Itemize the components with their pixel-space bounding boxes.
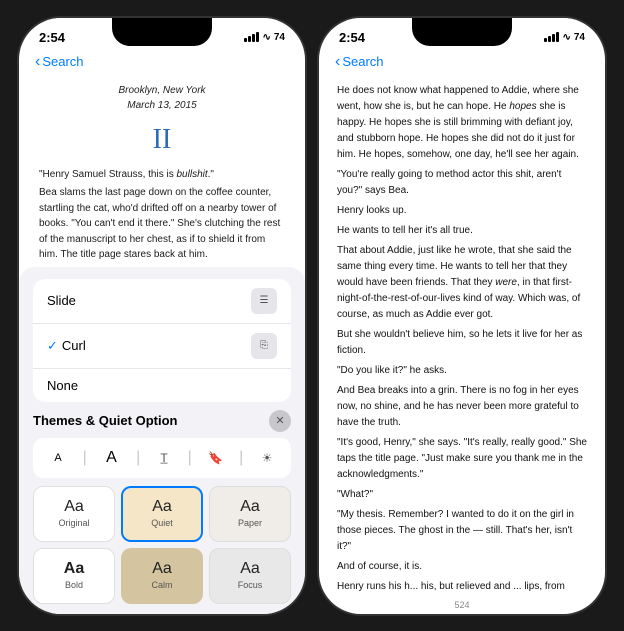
close-button[interactable]: ✕ xyxy=(269,410,291,432)
slide-label: Slide xyxy=(47,293,76,308)
font-size-row: A | A | T̲ | 🔖 | ☀ xyxy=(33,438,291,478)
theme-bold[interactable]: Aa Bold xyxy=(33,548,115,604)
slide-icon: ☰ xyxy=(251,288,277,314)
right-phone: 2:54 ∿ 74 ‹ Search xyxy=(317,16,607,616)
nav-bar-right: ‹ Search xyxy=(319,49,605,75)
quiet-option-label: Quiet Option xyxy=(99,413,178,428)
theme-calm[interactable]: Aa Calm xyxy=(121,548,203,604)
curl-label: Curl xyxy=(62,338,251,353)
overlay-panel: Slide ☰ ✓ Curl ⎘ None Themes & Quiet Opt… xyxy=(19,267,305,614)
theme-original[interactable]: Aa Original xyxy=(33,486,115,542)
slide-option-none[interactable]: None xyxy=(33,369,291,402)
font-small-btn[interactable]: A xyxy=(43,452,73,464)
curl-icon: ⎘ xyxy=(251,333,277,359)
back-button-right[interactable]: ‹ Search xyxy=(335,53,384,71)
theme-paper[interactable]: Aa Paper xyxy=(209,486,291,542)
battery-left: 74 xyxy=(274,32,285,43)
theme-bold-aa: Aa xyxy=(64,561,84,577)
theme-paper-label: Paper xyxy=(238,518,262,528)
themes-title: Themes & Quiet Option xyxy=(33,413,177,428)
notch-right xyxy=(412,18,512,46)
theme-focus-aa: Aa xyxy=(240,561,260,577)
status-icons-right: ∿ 74 xyxy=(544,32,585,43)
left-phone: 2:54 ∿ 74 ‹ Search xyxy=(17,16,307,616)
theme-paper-aa: Aa xyxy=(240,499,260,515)
theme-focus-label: Focus xyxy=(238,580,263,590)
theme-bold-label: Bold xyxy=(65,580,83,590)
left-screen: 2:54 ∿ 74 ‹ Search xyxy=(19,18,305,614)
time-right: 2:54 xyxy=(339,30,365,45)
battery-right: 74 xyxy=(574,32,585,43)
theme-calm-aa: Aa xyxy=(152,561,172,577)
back-chevron-left: ‹ xyxy=(35,53,40,71)
theme-calm-label: Calm xyxy=(151,580,172,590)
back-chevron-right: ‹ xyxy=(335,53,340,71)
wifi-left: ∿ xyxy=(262,32,270,43)
none-label: None xyxy=(47,378,78,393)
text-style-btn[interactable]: T̲ xyxy=(150,444,178,472)
signal-right xyxy=(544,32,559,42)
theme-quiet-aa: Aa xyxy=(152,499,172,515)
page-number: 524 xyxy=(319,596,605,614)
curl-check: ✓ xyxy=(47,338,58,354)
chapter-number: II xyxy=(39,119,285,161)
theme-original-aa: Aa xyxy=(64,499,84,515)
notch xyxy=(112,18,212,46)
theme-original-label: Original xyxy=(58,518,89,528)
themes-grid: Aa Original Aa Quiet Aa Paper Aa Bold xyxy=(33,486,291,604)
themes-header: Themes & Quiet Option ✕ xyxy=(33,410,291,432)
signal-left xyxy=(244,32,259,42)
time-left: 2:54 xyxy=(39,30,65,45)
slide-option-slide[interactable]: Slide ☰ xyxy=(33,279,291,324)
theme-quiet[interactable]: Aa Quiet xyxy=(121,486,203,542)
slide-option-curl[interactable]: ✓ Curl ⎘ xyxy=(33,324,291,369)
book-location: Brooklyn, New York March 13, 2015 xyxy=(39,83,285,113)
back-label-left: Search xyxy=(42,54,83,69)
slide-options: Slide ☰ ✓ Curl ⎘ None xyxy=(33,279,291,402)
right-screen: 2:54 ∿ 74 ‹ Search xyxy=(319,18,605,614)
nav-bar-left: ‹ Search xyxy=(19,49,305,75)
theme-quiet-label: Quiet xyxy=(151,518,173,528)
status-icons-left: ∿ 74 xyxy=(244,32,285,43)
wifi-right: ∿ xyxy=(562,32,570,43)
bookmark-btn[interactable]: 🔖 xyxy=(202,444,230,472)
phones-container: 2:54 ∿ 74 ‹ Search xyxy=(17,16,607,616)
theme-focus[interactable]: Aa Focus xyxy=(209,548,291,604)
brightness-btn[interactable]: ☀ xyxy=(253,444,281,472)
back-label-right: Search xyxy=(342,54,383,69)
back-button-left[interactable]: ‹ Search xyxy=(35,53,84,71)
font-large-btn[interactable]: A xyxy=(97,449,127,467)
reading-content-right: He does not know what happened to Addie,… xyxy=(319,75,605,596)
